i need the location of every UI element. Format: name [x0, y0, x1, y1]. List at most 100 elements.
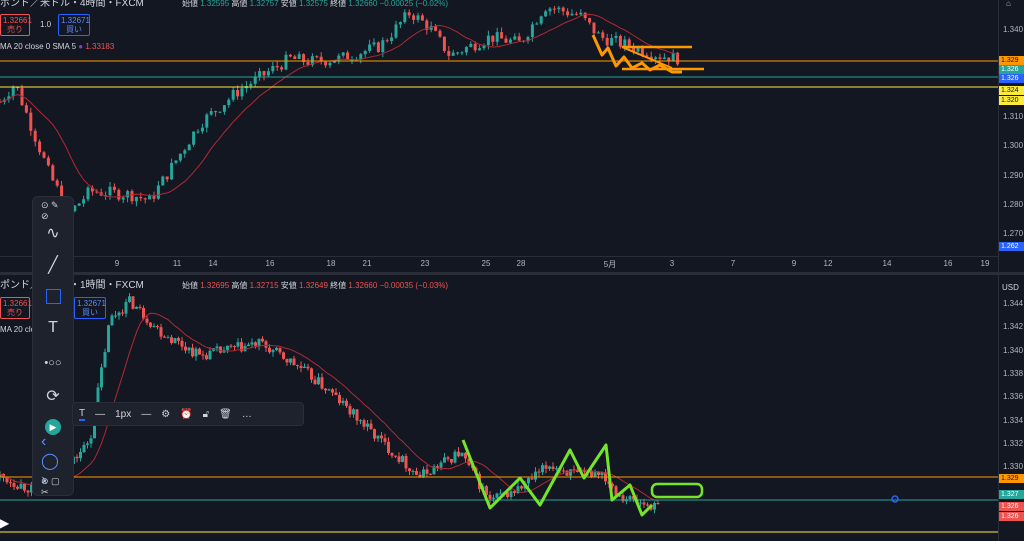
candle-body: [338, 394, 341, 404]
candle-body: [544, 11, 548, 17]
candle-body: [453, 451, 457, 463]
bottom-price-tag: 1.326: [999, 512, 1024, 521]
top-chart-area[interactable]: [0, 0, 998, 271]
candle-body: [134, 197, 138, 202]
curve-icon[interactable]: ∿: [41, 221, 65, 245]
candle-body: [82, 199, 86, 204]
candle-body: [495, 32, 499, 42]
candle-body: [579, 12, 583, 15]
candle-body: [310, 368, 313, 380]
candle-body: [258, 71, 262, 77]
bottom-currency[interactable]: USD: [1002, 282, 1019, 293]
candle-body: [121, 197, 125, 200]
candle-body: [292, 358, 296, 366]
text-color-icon[interactable]: T: [79, 408, 86, 421]
candle-body: [588, 18, 592, 23]
top-price-tag: 1.320: [999, 96, 1024, 105]
candle-body: [261, 338, 264, 342]
drawing-toolbar[interactable]: ⊙ ✎ ⊘ ∿ ╱ T •○○ ⟳ ▶ ‹ ◯ › ⊗ ▢ ✂: [32, 196, 74, 499]
timer-icon[interactable]: ‹ ◯ ›: [41, 433, 65, 488]
candle-body: [569, 469, 572, 476]
candle-body: [376, 42, 380, 53]
x-tick-label: 25: [481, 259, 491, 268]
toolbar-footer-icons[interactable]: ⊗ ▢ ✂: [41, 475, 65, 499]
top-sell-button[interactable]: 1.32661 売り: [0, 14, 32, 36]
candle-body: [156, 185, 160, 199]
trash-icon[interactable]: 🗑︎: [219, 409, 232, 420]
format-toolbar[interactable]: T — 1px — ⚙ ⏰ 🔓︎ 🗑︎ …: [72, 402, 304, 426]
candle-body: [51, 165, 55, 181]
line-icon[interactable]: ╱: [41, 253, 65, 277]
candle-body: [218, 111, 222, 113]
candle-body: [152, 325, 156, 327]
candle-body: [555, 468, 558, 470]
top-y-tick: 1.280: [1003, 200, 1024, 209]
candle-body: [332, 61, 336, 63]
bottom-sell-button[interactable]: 1.32661 売り: [0, 297, 32, 319]
candle-body: [24, 105, 28, 113]
candle-body: [520, 486, 523, 489]
candle-body: [541, 465, 544, 473]
bottom-buy-button[interactable]: 1.32671 買い: [74, 297, 106, 319]
candle-body: [416, 15, 420, 20]
text-icon[interactable]: T: [41, 316, 65, 340]
top-indicator-label[interactable]: MA 20 close 0 SMA 5 ● 1.33183: [0, 41, 114, 52]
candle-body: [334, 392, 338, 395]
chart-canvas[interactable]: [0, 0, 1024, 541]
top-y-tick: 1.290: [1003, 171, 1024, 180]
candle-body: [460, 52, 464, 54]
rectangle-icon[interactable]: [41, 284, 65, 308]
candle-body: [324, 388, 327, 391]
candle-body: [654, 57, 658, 60]
candle-body: [174, 160, 178, 163]
candle-body: [315, 56, 319, 58]
candle-body: [618, 35, 622, 47]
bottom-price-tag: 1.327: [999, 490, 1024, 499]
candle-body: [662, 57, 666, 59]
candle-body: [404, 456, 408, 469]
top-price-tag: 1.324: [999, 86, 1024, 95]
candle-body: [110, 315, 114, 326]
candle-body: [499, 493, 502, 495]
candle-body: [284, 54, 288, 70]
candle-body: [346, 52, 350, 60]
line-dash-icon[interactable]: —: [141, 409, 151, 420]
top-symbol-title[interactable]: ポンド／米ドル・4時間・FXCM: [0, 0, 144, 9]
more-icon[interactable]: …: [242, 409, 252, 420]
line-width-label[interactable]: 1px: [115, 409, 131, 420]
settings-icon[interactable]: ⚙: [161, 409, 170, 420]
x-tick-label: 9: [791, 259, 797, 268]
candle-body: [86, 443, 89, 445]
candle-body: [247, 344, 250, 347]
candle-body: [271, 66, 275, 72]
candle-body: [214, 111, 218, 113]
candle-body: [623, 39, 627, 47]
candle-body: [439, 462, 443, 468]
candle-body: [380, 435, 383, 439]
candle-body: [488, 494, 492, 499]
candle-body: [369, 423, 373, 430]
toolbar-header-icons[interactable]: ⊙ ✎ ⊘: [41, 199, 65, 223]
candle-body: [566, 11, 570, 16]
top-y-tick: 1.340: [1003, 25, 1024, 34]
alert-icon[interactable]: ⏰: [180, 409, 192, 420]
lock-icon[interactable]: 🔓︎: [203, 409, 209, 420]
candle-body: [605, 37, 609, 46]
candle-body: [183, 150, 187, 154]
candle-body: [610, 38, 614, 46]
candle-body: [222, 105, 226, 112]
candle-body: [385, 40, 389, 42]
candle-body: [103, 352, 107, 368]
pattern-icon[interactable]: •○○: [41, 351, 65, 375]
candle-body: [486, 35, 490, 46]
top-currency[interactable]: ⌂: [1006, 0, 1011, 9]
candle-body: [107, 325, 110, 353]
top-buy-button[interactable]: 1.32671 買い: [58, 14, 90, 36]
candle-body: [478, 48, 482, 51]
x-tick-label: 23: [420, 259, 430, 268]
candle-body: [324, 61, 328, 66]
cycle-icon[interactable]: ⟳: [41, 384, 65, 408]
tradingview-logo[interactable]: ▶: [0, 517, 9, 529]
line-style-icon[interactable]: —: [95, 409, 105, 420]
candle-body: [249, 83, 253, 87]
